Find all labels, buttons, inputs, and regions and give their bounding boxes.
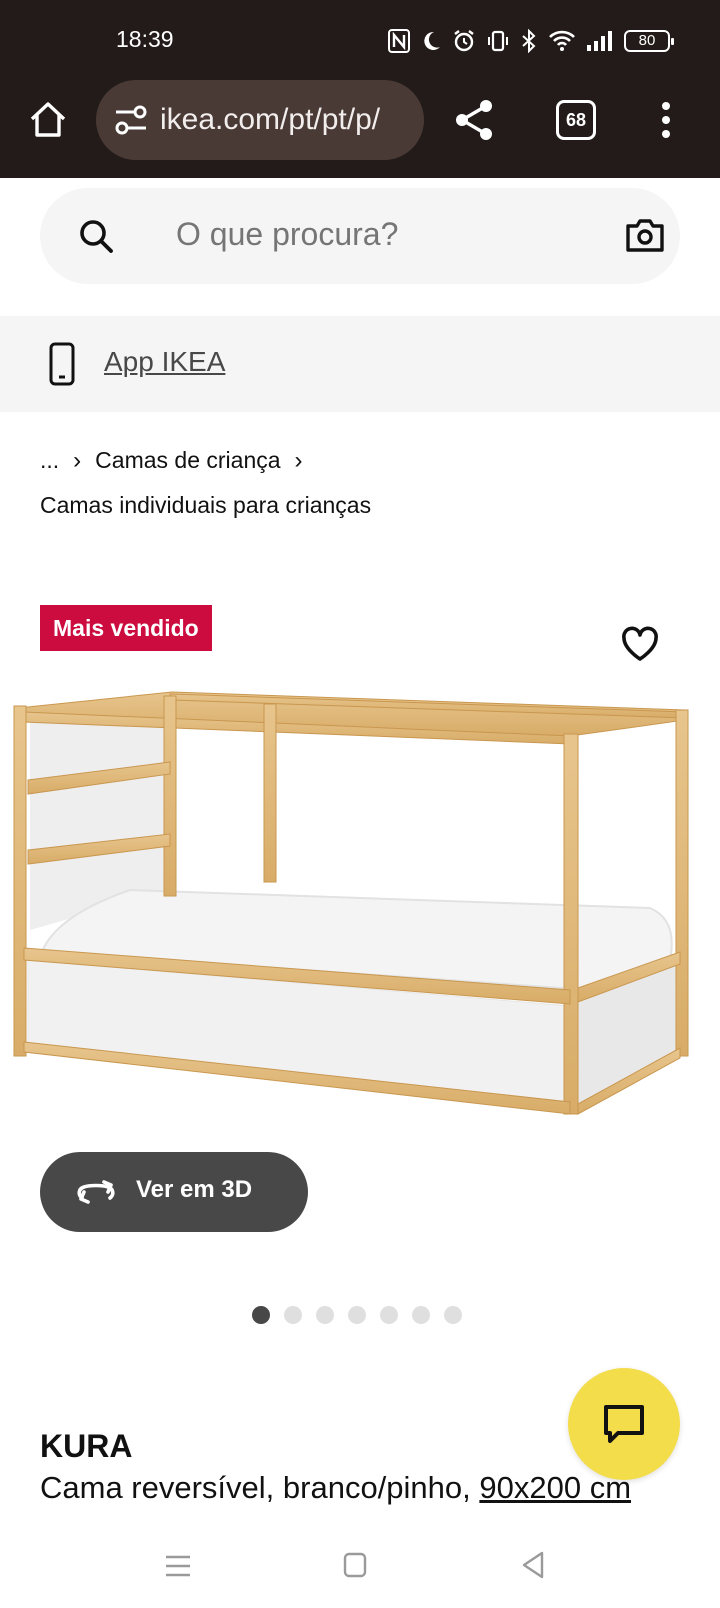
url-text: ikea.com/pt/pt/p/ xyxy=(160,103,381,136)
moon-icon xyxy=(424,31,440,50)
search-box[interactable] xyxy=(40,188,680,284)
signal-icon xyxy=(587,31,612,51)
chat-icon xyxy=(604,1405,644,1443)
rotate-3d-icon xyxy=(77,1180,115,1204)
heart-icon xyxy=(622,626,658,661)
product-image[interactable] xyxy=(10,690,710,1150)
address-bar[interactable]: ikea.com/pt/pt/p/ xyxy=(96,80,424,160)
view-in-3d-button[interactable]: Ver em 3D xyxy=(40,1152,308,1232)
breadcrumb-item-camas-individuais[interactable]: Camas individuais para crianças xyxy=(40,492,371,518)
share-button[interactable] xyxy=(452,98,496,142)
image-carousel-dots xyxy=(252,1306,462,1324)
system-navigation-bar xyxy=(0,1536,720,1608)
home-icon xyxy=(30,102,66,137)
nav-back-icon[interactable] xyxy=(520,1550,546,1580)
camera-icon[interactable] xyxy=(624,214,666,256)
carousel-dot[interactable] xyxy=(380,1306,398,1324)
carousel-dot[interactable] xyxy=(444,1306,462,1324)
carousel-dot[interactable] xyxy=(252,1306,270,1324)
wifi-icon xyxy=(549,30,575,51)
product-description: Cama reversível, branco/pinho, 90x200 cm xyxy=(40,1470,631,1506)
alarm-icon xyxy=(454,30,474,52)
phone-icon xyxy=(49,342,75,386)
home-button[interactable] xyxy=(26,98,70,142)
status-icons: 80 xyxy=(388,26,674,56)
more-vertical-icon xyxy=(662,102,670,138)
bluetooth-icon xyxy=(522,29,536,53)
app-ikea-link[interactable]: App IKEA xyxy=(104,346,225,378)
breadcrumb-item-camas-de-crianca[interactable]: Camas de criança xyxy=(95,447,280,473)
search-icon[interactable] xyxy=(78,218,114,254)
tab-switcher-button[interactable]: 68 xyxy=(556,100,596,140)
carousel-dot[interactable] xyxy=(348,1306,366,1324)
chevron-right-icon: › xyxy=(294,447,303,474)
carousel-dot[interactable] xyxy=(412,1306,430,1324)
carousel-dot[interactable] xyxy=(284,1306,302,1324)
product-description-text: Cama reversível, branco/pinho, xyxy=(40,1470,480,1505)
breadcrumb-ellipsis[interactable]: ... xyxy=(40,447,59,473)
chevron-right-icon: › xyxy=(73,447,82,474)
nav-home-icon[interactable] xyxy=(343,1552,367,1578)
product-size-link[interactable]: 90x200 cm xyxy=(479,1470,631,1505)
nfc-icon xyxy=(388,29,410,53)
chat-button[interactable] xyxy=(568,1368,680,1480)
bestseller-badge: Mais vendido xyxy=(40,605,212,651)
carousel-dot[interactable] xyxy=(316,1306,334,1324)
share-icon xyxy=(456,100,492,140)
browser-chrome: 18:39 80 ikea.com/pt/pt/p/ 68 xyxy=(0,0,720,178)
recent-apps-icon[interactable] xyxy=(164,1552,192,1580)
view-in-3d-label: Ver em 3D xyxy=(136,1176,253,1203)
more-menu-button[interactable] xyxy=(656,100,676,140)
favourite-button[interactable] xyxy=(620,624,660,664)
search-input[interactable] xyxy=(176,216,596,253)
vibrate-icon xyxy=(488,30,508,52)
app-banner: App IKEA xyxy=(0,316,720,412)
breadcrumb: ... › Camas de criança › Camas individuais … xyxy=(40,438,680,527)
site-settings-icon[interactable] xyxy=(114,103,148,137)
status-time: 18:39 xyxy=(116,26,174,52)
product-name: KURA xyxy=(40,1428,133,1464)
battery-icon: 80 xyxy=(624,30,674,52)
